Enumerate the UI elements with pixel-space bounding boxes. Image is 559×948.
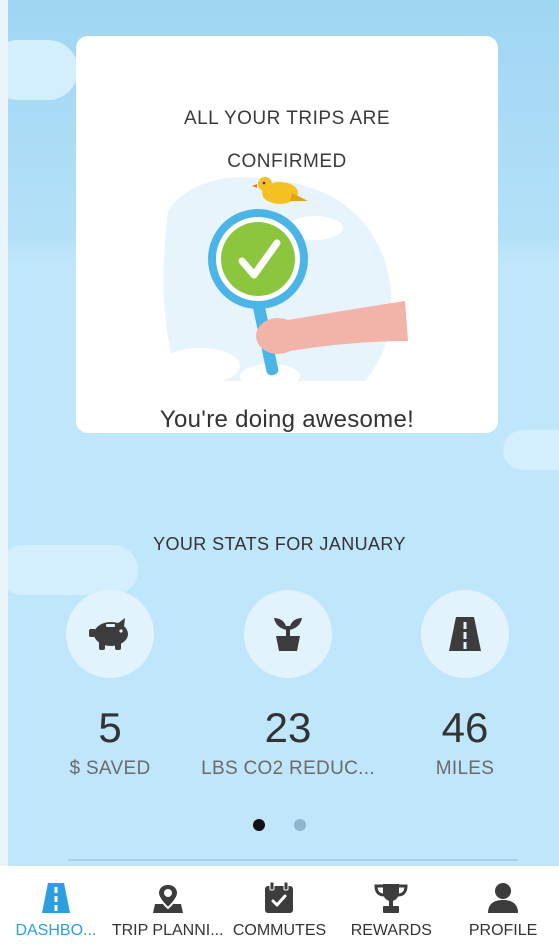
card-title-line2: CONFIRMED (227, 151, 347, 172)
tab-label: DASHBO... (15, 922, 97, 939)
tab-profile[interactable]: PROFILE (447, 866, 559, 948)
stat-co2: 23 LBS CO2 REDUC... (198, 590, 378, 780)
tab-label: REWARDS (350, 922, 432, 939)
tab-label: PROFILE (468, 922, 538, 939)
page-dot[interactable] (293, 819, 306, 831)
stat-miles: 46 MILES (375, 590, 555, 780)
tab-label: TRIP PLANNI... (111, 922, 224, 939)
cloud-decoration (8, 40, 78, 100)
tab-dashboard[interactable]: DASHBO... (0, 866, 112, 948)
plant-icon (244, 590, 332, 678)
piggy-bank-icon (66, 590, 154, 678)
map-pin-icon (112, 880, 224, 916)
stat-label: MILES (435, 758, 495, 779)
tab-rewards[interactable]: REWARDS (335, 866, 447, 948)
tab-commutes[interactable]: COMMUTES (224, 866, 336, 948)
road-icon (421, 590, 509, 678)
tab-label: COMMUTES (232, 922, 327, 939)
card-title-line1: ALL YOUR TRIPS ARE (183, 108, 391, 129)
page-dot-active[interactable] (253, 819, 266, 831)
road-icon (0, 880, 112, 916)
encouragement-message: You're doing awesome! (159, 406, 415, 433)
divider (68, 859, 518, 861)
confirmation-card: ALL YOUR TRIPS ARE CONFIRMED You're doin… (76, 36, 498, 433)
calendar-check-icon (224, 880, 336, 916)
stat-value: 23 (264, 704, 312, 751)
trophy-icon (335, 880, 447, 916)
stat-label: $ SAVED (69, 758, 151, 779)
stat-label: LBS CO2 REDUC... (201, 758, 375, 779)
person-icon (447, 880, 559, 916)
bottom-tab-bar: DASHBO... TRIP PLANNI... COMMUTES REWARD… (0, 866, 559, 948)
trip-confirmed-illustration (160, 177, 408, 386)
stat-value: 5 (98, 704, 122, 751)
stats-title: YOUR STATS FOR JANUARY (153, 534, 406, 554)
stat-saved: 5 $ SAVED (20, 590, 200, 780)
page-indicator[interactable] (0, 818, 559, 836)
stat-value: 46 (441, 704, 489, 751)
cloud-decoration (503, 430, 559, 470)
app-screen: ALL YOUR TRIPS ARE CONFIRMED You're doin… (8, 0, 559, 948)
tab-trip-planning[interactable]: TRIP PLANNI... (112, 866, 224, 948)
